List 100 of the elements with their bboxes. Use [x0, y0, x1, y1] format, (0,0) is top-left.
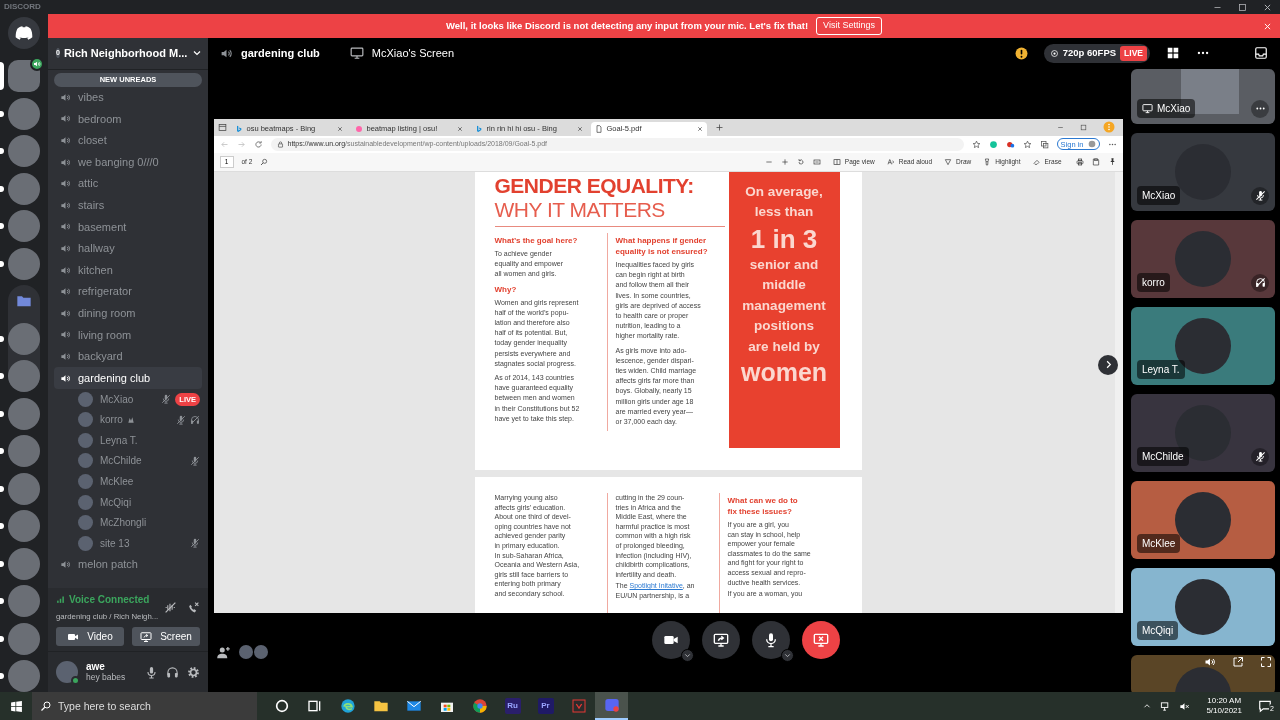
- favorites-icon[interactable]: [1022, 139, 1032, 149]
- close-icon[interactable]: [456, 125, 463, 132]
- server-icon[interactable]: [8, 135, 40, 167]
- close-icon[interactable]: [576, 125, 583, 132]
- pen-icon: [944, 157, 953, 166]
- search-icon[interactable]: [260, 157, 269, 166]
- voice-channel[interactable]: kitchen: [54, 259, 202, 281]
- member-name[interactable]: McZhongli: [100, 515, 147, 531]
- taskbar-app[interactable]: Pr: [529, 692, 562, 720]
- voice-channel[interactable]: vibes: [54, 86, 202, 109]
- new-tab-icon[interactable]: [714, 122, 724, 132]
- settings-icon[interactable]: [187, 665, 200, 679]
- voice-channel[interactable]: we banging 0///0: [54, 151, 202, 173]
- disconnect-icon[interactable]: [187, 600, 200, 614]
- fit-page-icon[interactable]: [812, 157, 821, 166]
- fullscreen-icon[interactable]: [1260, 655, 1272, 668]
- server-icon[interactable]: [8, 210, 40, 242]
- close-icon[interactable]: [696, 125, 703, 132]
- video-tile[interactable]: Leyna T.: [1131, 306, 1275, 385]
- home-button[interactable]: [8, 17, 40, 49]
- video-tile[interactable]: McChilde: [1131, 393, 1275, 472]
- member-name[interactable]: McChilde: [100, 453, 142, 469]
- server-icon[interactable]: [8, 547, 40, 580]
- stream-quality[interactable]: 720p 60FPS LIVE: [1043, 43, 1150, 63]
- print-icon[interactable]: [1075, 157, 1084, 166]
- server-name[interactable]: Rich Neighborhood M...: [63, 44, 188, 62]
- server-icon[interactable]: [8, 510, 40, 542]
- warning-icon[interactable]: [1014, 46, 1028, 60]
- member-name[interactable]: Leyna T.: [100, 432, 138, 448]
- maximize-icon[interactable]: [1238, 2, 1247, 12]
- taskbar-app[interactable]: Ru: [496, 692, 529, 720]
- server-icon[interactable]: [8, 97, 40, 130]
- server-icon[interactable]: [8, 172, 40, 205]
- grid-icon[interactable]: [1166, 46, 1180, 61]
- app-title: DISCORD: [4, 1, 41, 13]
- voice-channel[interactable]: backyard: [54, 345, 202, 368]
- clock[interactable]: 10:20 AM 5/10/2021: [1198, 696, 1250, 716]
- member-name[interactable]: korro: [100, 412, 123, 428]
- server-icon[interactable]: [8, 660, 40, 692]
- monitor-icon: [713, 631, 729, 648]
- maximize-icon[interactable]: [1079, 123, 1087, 131]
- member-name[interactable]: McQiqi: [100, 494, 132, 510]
- screen-share-button[interactable]: Screen: [132, 627, 200, 646]
- voice-channel[interactable]: basement: [54, 216, 202, 238]
- inbox-icon[interactable]: [1254, 46, 1268, 61]
- server-icon[interactable]: [8, 360, 40, 392]
- more-button[interactable]: [1251, 99, 1269, 118]
- voice-channel[interactable]: closet: [54, 129, 202, 152]
- search-field[interactable]: Type here to search: [32, 692, 257, 720]
- headphones-icon[interactable]: [166, 665, 179, 679]
- server-icon[interactable]: [8, 435, 40, 467]
- save-icon[interactable]: [1091, 157, 1100, 166]
- tabs-icon[interactable]: [217, 122, 227, 132]
- video-tile[interactable]: McXiao: [1131, 132, 1275, 211]
- voice-channel[interactable]: hallway: [54, 237, 202, 260]
- voice-channel[interactable]: bedroom: [54, 108, 202, 130]
- video-tile[interactable]: McQiqi: [1131, 567, 1275, 646]
- video-tile[interactable]: korro: [1131, 219, 1275, 298]
- voice-channel[interactable]: dining room: [54, 302, 202, 325]
- member-name[interactable]: site 13: [100, 535, 130, 551]
- video-tile[interactable]: McKlee: [1131, 480, 1275, 559]
- windows-start-icon[interactable]: [9, 699, 23, 713]
- scrollbar[interactable]: [1114, 171, 1123, 613]
- voice-channel[interactable]: attic: [54, 172, 202, 195]
- voice-channel[interactable]: refrigerator: [54, 280, 202, 303]
- popout-icon[interactable]: [1232, 655, 1244, 668]
- close-icon[interactable]: [336, 125, 343, 132]
- server-icon[interactable]: [8, 60, 40, 92]
- avatar: [78, 453, 93, 469]
- rotate-icon[interactable]: [796, 157, 805, 166]
- server-icon[interactable]: [8, 585, 40, 617]
- user-avatar[interactable]: [56, 661, 78, 683]
- refresh-icon[interactable]: [253, 139, 263, 149]
- collections-icon[interactable]: [1039, 139, 1049, 149]
- server-icon[interactable]: [8, 397, 40, 430]
- member-name[interactable]: McXiao: [100, 391, 134, 407]
- voice-channel[interactable]: stairs: [54, 194, 202, 217]
- close-icon[interactable]: [1263, 2, 1272, 12]
- video-tile[interactable]: [1131, 654, 1275, 692]
- video-tile[interactable]: McXiao: [1131, 68, 1275, 124]
- tile-name: McKlee: [1137, 533, 1181, 553]
- server-icon[interactable]: [8, 472, 40, 505]
- favorite-icon[interactable]: [971, 139, 981, 149]
- voice-channel[interactable]: living room: [54, 324, 202, 346]
- voice-channel[interactable]: gardening club: [54, 367, 202, 389]
- video-button[interactable]: Video: [56, 627, 124, 646]
- server-icon[interactable]: [8, 247, 40, 280]
- add-user-icon[interactable]: [216, 644, 231, 660]
- visit-settings-button[interactable]: Visit Settings: [816, 17, 882, 35]
- voice-channel[interactable]: melon patch: [54, 553, 202, 576]
- member-name[interactable]: McKlee: [100, 474, 134, 490]
- zoom-in-icon[interactable]: [780, 157, 789, 166]
- server-icon[interactable]: [8, 322, 40, 355]
- mic-icon[interactable]: [145, 665, 158, 679]
- volume-muted-icon[interactable]: [1179, 700, 1191, 712]
- stop-stream-button[interactable]: [802, 620, 840, 659]
- extension-icon[interactable]: [1005, 139, 1015, 149]
- monitor-icon: [140, 630, 153, 643]
- server-icon[interactable]: [8, 622, 40, 655]
- screen-share-button[interactable]: [702, 620, 740, 659]
